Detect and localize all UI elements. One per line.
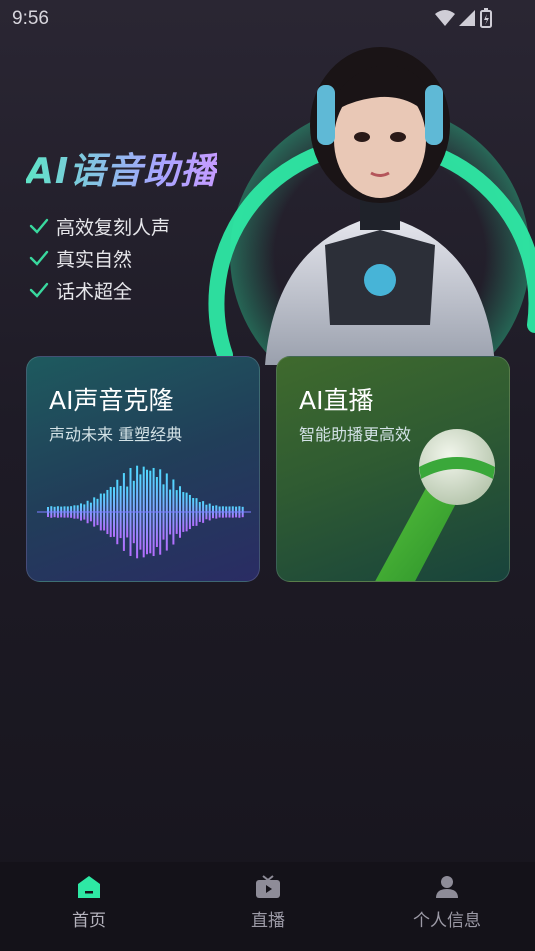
card-subtitle: 声动未来 重塑经典 — [49, 425, 183, 444]
feature-item: 高效复刻人声 — [28, 210, 170, 242]
nav-profile[interactable]: 个人信息 — [387, 874, 507, 931]
status-time: 9:56 — [12, 8, 49, 29]
nav-label: 个人信息 — [413, 911, 481, 931]
waveform-icon — [37, 465, 251, 559]
card-title: AI声音克隆 — [49, 386, 174, 415]
nav-home[interactable]: 首页 — [29, 874, 149, 931]
feature-text: 高效复刻人声 — [56, 216, 171, 239]
app-title: AI语音助播 — [26, 142, 217, 194]
feature-item: 真实自然 — [28, 242, 170, 274]
tv-icon — [256, 875, 280, 898]
voice-clone-card[interactable]: AI声音克隆 声动未来 重塑经典 — [26, 356, 260, 582]
feature-text: 话术超全 — [56, 280, 133, 303]
nav-label: 首页 — [72, 911, 106, 931]
check-icon — [29, 218, 49, 234]
hero-avatar-illustration — [208, 47, 535, 365]
feature-list: 高效复刻人声 真实自然 话术超全 — [28, 210, 170, 306]
signal-icon — [459, 10, 475, 26]
user-icon — [436, 876, 458, 898]
ai-live-card[interactable]: AI直播 智能助播更高效 — [276, 356, 510, 582]
feature-item: 话术超全 — [28, 274, 170, 306]
nav-label: 直播 — [251, 911, 285, 931]
feature-text: 真实自然 — [56, 248, 133, 271]
bottom-nav: 首页 直播 个人信息 — [0, 862, 535, 951]
microphone-icon — [375, 429, 495, 581]
check-icon — [29, 282, 49, 298]
check-icon — [29, 250, 49, 266]
home-icon — [78, 876, 100, 898]
card-title: AI直播 — [299, 386, 374, 415]
wifi-icon — [435, 10, 455, 26]
nav-live[interactable]: 直播 — [208, 874, 328, 931]
